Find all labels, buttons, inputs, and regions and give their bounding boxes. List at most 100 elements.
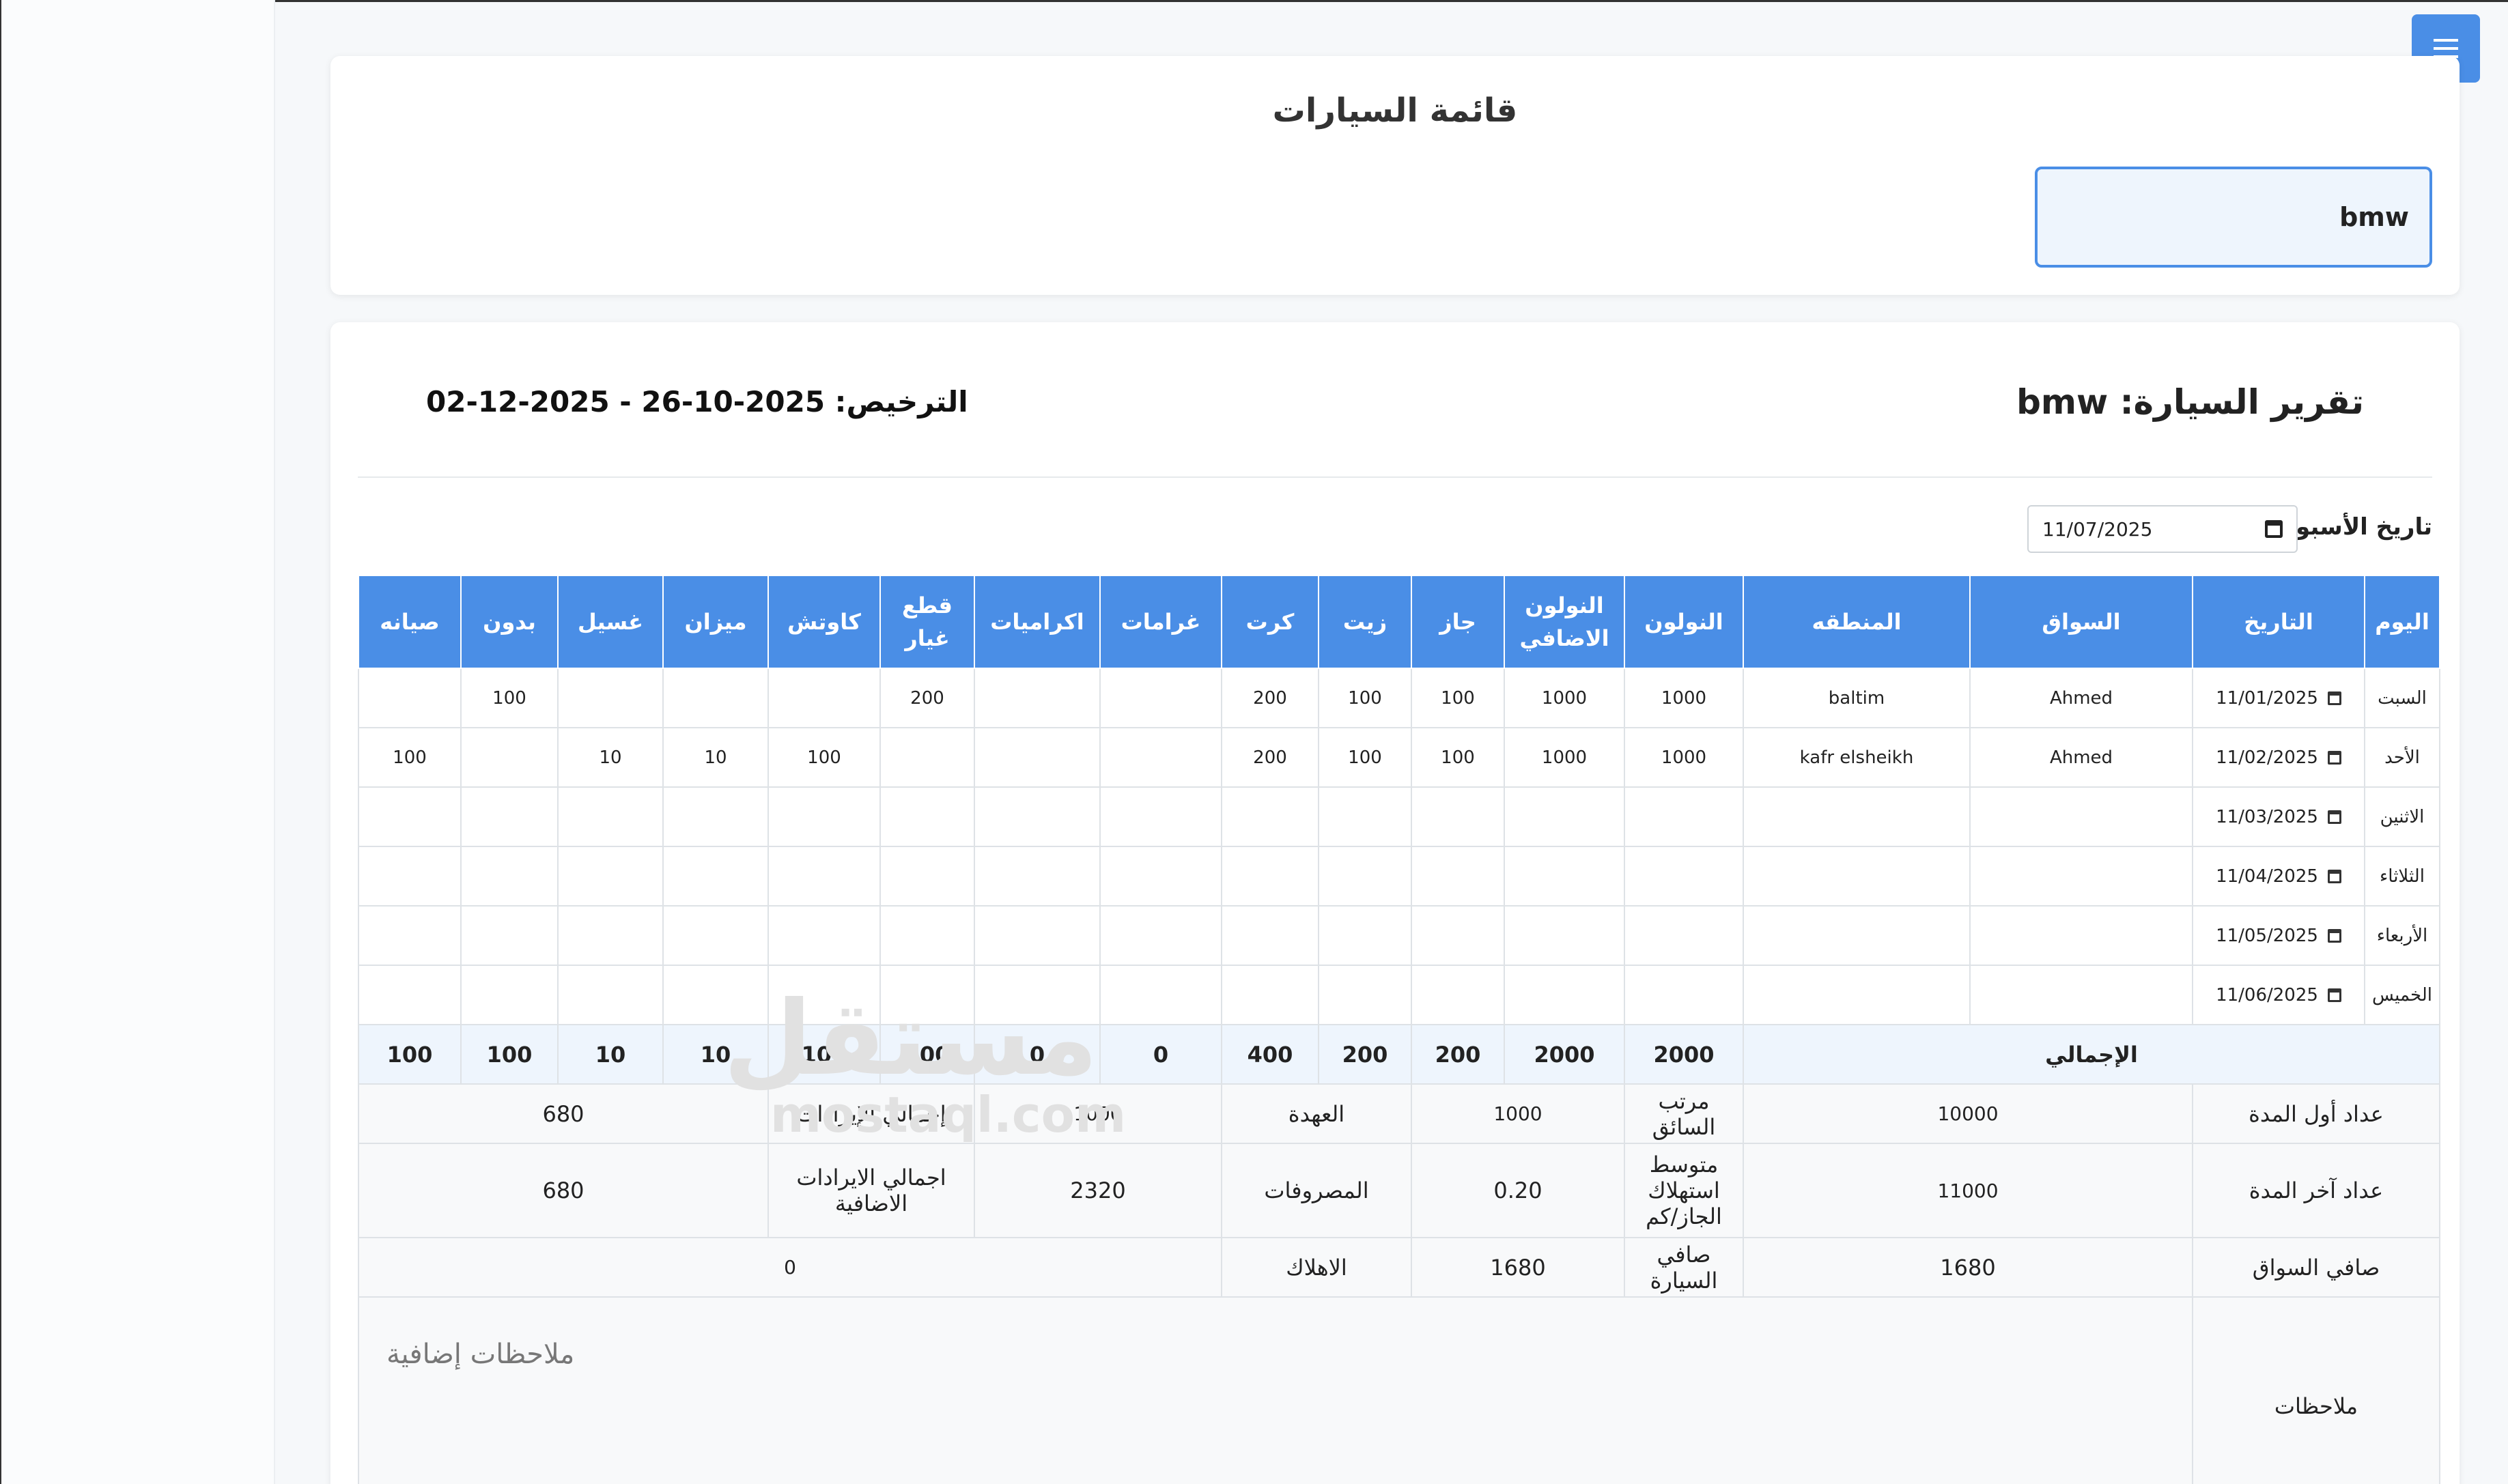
table-cell[interactable]: baltim [1743, 668, 1971, 728]
date-cell[interactable]: 11/06/2025 [2192, 965, 2365, 1025]
table-cell[interactable] [557, 905, 664, 966]
calendar-icon[interactable] [2327, 988, 2341, 1002]
table-cell[interactable] [1624, 965, 1744, 1025]
table-cell[interactable] [879, 786, 975, 847]
table-cell[interactable]: 1000 [1624, 727, 1744, 788]
table-cell[interactable] [879, 965, 975, 1025]
table-cell[interactable]: 200 [1221, 668, 1319, 728]
table-cell[interactable] [662, 668, 769, 728]
table-cell[interactable] [557, 668, 664, 728]
table-cell[interactable]: 1000 [1504, 668, 1625, 728]
table-cell[interactable] [557, 786, 664, 847]
table-cell[interactable] [1504, 846, 1625, 907]
table-cell[interactable] [1221, 905, 1319, 966]
table-cell[interactable] [662, 965, 769, 1025]
table-cell[interactable] [1504, 786, 1625, 847]
table-cell[interactable]: 100 [358, 727, 462, 788]
calendar-icon[interactable] [2327, 810, 2341, 824]
table-cell[interactable]: 100 [1411, 727, 1505, 788]
calendar-icon[interactable] [2327, 869, 2341, 883]
table-cell[interactable]: kafr elsheikh [1743, 727, 1971, 788]
table-cell[interactable]: 1000 [1504, 727, 1625, 788]
table-cell[interactable] [767, 905, 881, 966]
table-cell[interactable] [662, 905, 769, 966]
table-cell[interactable] [1411, 905, 1505, 966]
table-cell[interactable] [1099, 965, 1222, 1025]
table-cell[interactable] [1411, 786, 1505, 847]
table-cell[interactable]: 100 [1318, 668, 1412, 728]
table-cell[interactable] [879, 905, 975, 966]
table-cell[interactable]: 200 [879, 668, 975, 728]
table-cell[interactable] [974, 905, 1101, 966]
table-cell[interactable] [1743, 965, 1971, 1025]
table-cell[interactable] [557, 965, 664, 1025]
date-cell[interactable]: 11/02/2025 [2192, 727, 2365, 788]
table-cell[interactable] [1099, 668, 1222, 728]
table-cell[interactable] [974, 727, 1101, 788]
table-cell[interactable] [358, 965, 462, 1025]
table-cell[interactable] [1743, 905, 1971, 966]
table-cell[interactable] [358, 846, 462, 907]
table-cell[interactable] [767, 846, 881, 907]
table-cell[interactable] [879, 846, 975, 907]
table-cell[interactable] [358, 905, 462, 966]
table-cell[interactable] [1221, 786, 1319, 847]
table-cell[interactable]: 10 [557, 727, 664, 788]
table-cell[interactable] [974, 965, 1101, 1025]
table-cell[interactable]: 1000 [1624, 668, 1744, 728]
table-cell[interactable] [1624, 846, 1744, 907]
table-cell[interactable] [1221, 965, 1319, 1025]
table-cell[interactable] [1743, 786, 1971, 847]
table-cell[interactable] [460, 727, 559, 788]
table-cell[interactable] [358, 668, 462, 728]
table-cell[interactable] [1318, 786, 1412, 847]
table-cell[interactable] [1624, 786, 1744, 847]
table-cell[interactable] [460, 965, 559, 1025]
car-select[interactable]: bmw [2035, 167, 2432, 268]
table-cell[interactable] [460, 905, 559, 966]
table-cell[interactable] [1969, 786, 2193, 847]
table-cell[interactable] [1099, 727, 1222, 788]
table-cell[interactable] [1504, 905, 1625, 966]
date-cell[interactable]: 11/05/2025 [2192, 905, 2365, 966]
table-cell[interactable] [1411, 846, 1505, 907]
table-cell[interactable] [1411, 965, 1505, 1025]
table-cell[interactable] [1318, 846, 1412, 907]
calendar-icon[interactable] [2327, 750, 2341, 765]
table-cell[interactable] [1969, 965, 2193, 1025]
table-cell[interactable] [974, 846, 1101, 907]
table-cell[interactable] [662, 786, 769, 847]
table-cell[interactable]: 100 [1318, 727, 1412, 788]
calendar-icon[interactable] [2265, 520, 2283, 538]
table-cell[interactable] [974, 786, 1101, 847]
table-cell[interactable] [1504, 965, 1625, 1025]
table-cell[interactable]: 100 [767, 727, 881, 788]
notes-textarea[interactable]: ملاحظات إضافية [358, 1296, 2193, 1484]
table-cell[interactable] [460, 786, 559, 847]
table-cell[interactable] [974, 668, 1101, 728]
table-cell[interactable] [1969, 846, 2193, 907]
table-cell[interactable] [1743, 846, 1971, 907]
date-cell[interactable]: 11/04/2025 [2192, 846, 2365, 907]
date-cell[interactable]: 11/01/2025 [2192, 668, 2365, 728]
table-cell[interactable] [1624, 905, 1744, 966]
table-cell[interactable] [767, 786, 881, 847]
table-cell[interactable] [358, 786, 462, 847]
week-date-input[interactable]: 11/07/2025 [2027, 505, 2298, 553]
table-cell[interactable] [1099, 846, 1222, 907]
table-cell[interactable] [1221, 846, 1319, 907]
calendar-icon[interactable] [2327, 928, 2341, 943]
table-cell[interactable]: 100 [460, 668, 559, 728]
table-cell[interactable]: 10 [662, 727, 769, 788]
table-cell[interactable] [557, 846, 664, 907]
table-cell[interactable]: Ahmed [1969, 668, 2193, 728]
table-cell[interactable]: 200 [1221, 727, 1319, 788]
table-cell[interactable] [767, 668, 881, 728]
calendar-icon[interactable] [2327, 691, 2341, 705]
table-cell[interactable] [1099, 905, 1222, 966]
table-cell[interactable]: Ahmed [1969, 727, 2193, 788]
date-cell[interactable]: 11/03/2025 [2192, 786, 2365, 847]
table-cell[interactable] [1318, 905, 1412, 966]
table-cell[interactable] [662, 846, 769, 907]
table-cell[interactable] [460, 846, 559, 907]
